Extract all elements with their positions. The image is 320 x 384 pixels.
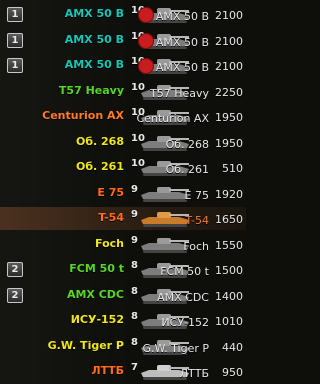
vehicle-name: Centurion AX bbox=[136, 112, 209, 125]
player-name[interactable]: FCM 50 t bbox=[69, 262, 124, 275]
rating-value: 510 bbox=[222, 162, 243, 175]
player-name[interactable]: Об. 268 bbox=[76, 135, 124, 148]
rating-value: 1650 bbox=[215, 213, 243, 226]
player-name[interactable]: ЛТТБ bbox=[91, 364, 124, 377]
rating-value: 2100 bbox=[215, 9, 243, 22]
team-row[interactable]: Foch 9 Foch 1550 bbox=[0, 233, 246, 256]
player-name[interactable]: AMX 50 B bbox=[65, 7, 124, 20]
team-row[interactable]: 1 AMX 50 B 10 AMX 50 B 2100 bbox=[0, 54, 246, 77]
platoon-badge: 2 bbox=[7, 262, 23, 277]
vehicle-name: ИСУ-152 bbox=[161, 316, 209, 329]
vehicle-name: AMX 50 B bbox=[155, 10, 209, 23]
team-row[interactable]: 2 FCM 50 t 8 FCM 50 t 1500 bbox=[0, 258, 246, 281]
rating-value: 2100 bbox=[215, 34, 243, 48]
team-row[interactable]: E 75 9 E 75 1920 bbox=[0, 182, 246, 205]
platoon-badge: 1 bbox=[7, 32, 23, 48]
rating-value: 2100 bbox=[215, 60, 243, 73]
nation-emblem-icon bbox=[138, 7, 154, 23]
team-row[interactable]: Centurion AX 10 Centurion AX 1950 bbox=[0, 105, 246, 128]
vehicle-name: AMX 50 B bbox=[155, 35, 209, 49]
platoon-badge: 2 bbox=[7, 287, 23, 303]
vehicle-name: FCM 50 t bbox=[160, 265, 209, 278]
team-row[interactable]: G.W. Tiger P 8 G.W. Tiger P 440 bbox=[0, 335, 246, 358]
rating-value: 1400 bbox=[215, 289, 243, 303]
team-row[interactable]: 1 AMX 50 B 10 AMX 50 B 2100 bbox=[0, 3, 246, 26]
rating-value: 1550 bbox=[215, 238, 243, 252]
vehicle-name: AMX 50 B bbox=[155, 61, 209, 74]
team-row[interactable]: Об. 261 10 Об. 261 510 bbox=[0, 156, 246, 179]
player-name[interactable]: G.W. Tiger P bbox=[48, 339, 124, 352]
nation-emblem-icon bbox=[138, 32, 154, 49]
rating-value: 440 bbox=[222, 340, 243, 354]
rating-value: 950 bbox=[222, 366, 243, 379]
vehicle-name: Об. 268 bbox=[165, 137, 209, 151]
team-roster-panel: 1 AMX 50 B 10 AMX 50 B 2100 1 AMX 50 B 1… bbox=[0, 0, 246, 384]
vehicle-name: ЛТТБ bbox=[179, 367, 209, 380]
vehicle-name: T57 Heavy bbox=[149, 86, 209, 100]
player-name[interactable]: Centurion AX bbox=[42, 109, 124, 122]
rating-value: 1010 bbox=[215, 315, 243, 328]
vehicle-name: G.W. Tiger P bbox=[142, 341, 209, 355]
player-name[interactable]: T-54 bbox=[98, 211, 124, 224]
player-name[interactable]: Об. 261 bbox=[76, 160, 124, 173]
vehicle-name: Об. 261 bbox=[165, 163, 209, 176]
player-name[interactable]: ИСУ-152 bbox=[71, 313, 124, 326]
player-name[interactable]: AMX CDC bbox=[67, 288, 124, 301]
rating-value: 1950 bbox=[215, 136, 243, 150]
vehicle-name: E 75 bbox=[184, 188, 209, 202]
rating-value: 1950 bbox=[215, 111, 243, 124]
team-row[interactable]: T-54 9 T-54 1650 bbox=[0, 207, 246, 230]
rating-value: 1920 bbox=[215, 187, 243, 201]
player-name[interactable]: AMX 50 B bbox=[65, 58, 124, 71]
team-row[interactable]: ИСУ-152 8 ИСУ-152 1010 bbox=[0, 309, 246, 332]
nation-emblem-icon bbox=[138, 58, 154, 74]
vehicle-name: Foch bbox=[183, 239, 209, 253]
player-name[interactable]: Foch bbox=[95, 237, 124, 250]
team-row[interactable]: ЛТТБ 7 ЛТТБ 950 bbox=[0, 360, 246, 383]
team-row[interactable]: 2 AMX CDC 8 AMX CDC 1400 bbox=[0, 284, 246, 307]
platoon-badge: 1 bbox=[7, 7, 23, 22]
vehicle-name: AMX CDC bbox=[157, 290, 209, 304]
platoon-badge: 1 bbox=[7, 58, 23, 73]
team-row[interactable]: T57 Heavy 10 T57 Heavy 2250 bbox=[0, 80, 246, 103]
team-row[interactable]: 1 AMX 50 B 10 AMX 50 B 2100 bbox=[0, 29, 246, 52]
player-name[interactable]: T57 Heavy bbox=[59, 84, 124, 97]
team-row[interactable]: Об. 268 10 Об. 268 1950 bbox=[0, 131, 246, 154]
rating-value: 2250 bbox=[215, 85, 243, 99]
player-name[interactable]: E 75 bbox=[97, 186, 124, 199]
rating-value: 1500 bbox=[215, 264, 243, 277]
vehicle-name: T-54 bbox=[185, 214, 209, 227]
player-name[interactable]: AMX 50 B bbox=[65, 33, 124, 46]
